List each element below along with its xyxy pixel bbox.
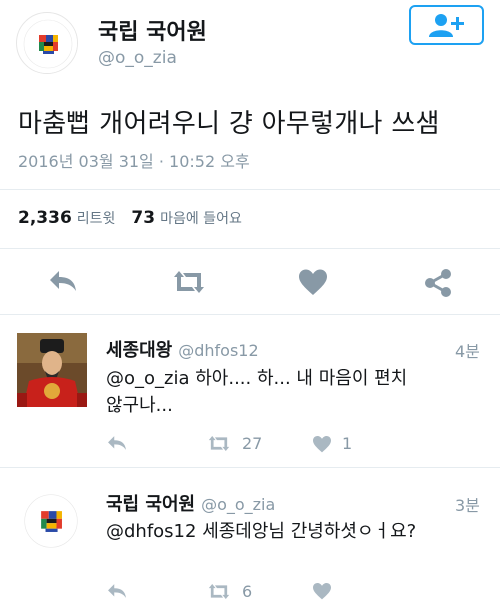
like-label[interactable]: 마음에 들어요 xyxy=(160,208,242,228)
reply-icon xyxy=(108,584,126,598)
mention-link[interactable]: @o_o_zia xyxy=(106,368,190,389)
reply-handle[interactable]: @o_o_zia xyxy=(201,495,275,514)
user-handle[interactable]: @o_o_zia xyxy=(98,48,177,68)
follow-button[interactable] xyxy=(409,5,484,45)
reply-text: @o_o_zia 하아.... 하... 내 마음이 편치 않구나... xyxy=(106,365,491,419)
reply-time[interactable]: 4분 xyxy=(455,338,480,362)
reply-like-button[interactable]: 1 xyxy=(312,434,352,453)
reply-handle[interactable]: @dhfos12 xyxy=(178,341,258,360)
reply-text-body: 하아.... 하... 내 마음이 편치 xyxy=(189,368,408,389)
tweet-text: 마춤뻡 개어려우니 걍 아무렇개나 쓰샘 xyxy=(18,109,440,139)
reply-text-line: @o_o_zia 하아.... 하... 내 마음이 편치 xyxy=(106,365,491,392)
reply-like-button[interactable] xyxy=(312,582,332,600)
retweet-icon xyxy=(208,436,230,451)
reply-text-line: @dhfos12 세종데앙님 간녕하셧ㅇㅓ요? xyxy=(106,518,491,545)
reply-text: @dhfos12 세종데앙님 간녕하셧ㅇㅓ요? xyxy=(106,518,491,545)
reply-text-line: 않구나... xyxy=(106,395,173,416)
reply-time[interactable]: 3분 xyxy=(455,492,480,516)
retweet-count: 6 xyxy=(242,582,253,601)
reply-author[interactable]: 국립 국어원 @o_o_zia xyxy=(106,490,275,516)
tweet-timestamp[interactable]: 2016년 03월 31일 · 10:52 오후 xyxy=(18,148,250,172)
reply-avatar[interactable] xyxy=(17,487,85,555)
retweet-count: 27 xyxy=(242,434,263,453)
reply-reply-button[interactable] xyxy=(106,582,128,600)
reply-author[interactable]: 세종대왕 @dhfos12 xyxy=(106,336,259,362)
divider xyxy=(0,467,500,468)
mention-link[interactable]: @dhfos12 xyxy=(106,521,196,542)
sejong-portrait-icon xyxy=(17,333,87,407)
like-count: 1 xyxy=(342,434,353,453)
heart-icon xyxy=(313,435,331,452)
reply-retweet-button[interactable]: 27 xyxy=(206,434,262,453)
like-count[interactable]: 73 xyxy=(131,208,155,228)
retweet-button[interactable] xyxy=(170,268,208,296)
reply-icon xyxy=(108,436,126,450)
reply-text-body: 세종데앙님 간녕하셧ㅇㅓ요? xyxy=(196,521,417,542)
heart-icon xyxy=(313,582,331,600)
reply-reply-button[interactable] xyxy=(106,434,128,452)
retweet-count[interactable]: 2,336 xyxy=(18,208,72,228)
heart-icon xyxy=(299,269,327,295)
retweet-icon xyxy=(174,271,204,293)
reply-display-name[interactable]: 국립 국어원 xyxy=(106,494,195,515)
add-user-icon xyxy=(428,14,464,37)
institute-logo-icon xyxy=(18,14,77,73)
divider xyxy=(0,189,500,190)
like-button[interactable] xyxy=(298,268,328,296)
retweet-icon xyxy=(208,584,230,599)
share-button[interactable] xyxy=(424,268,452,298)
tweet-stats: 2,336 리트윗 73 마음에 들어요 xyxy=(18,208,258,228)
reply-icon xyxy=(50,271,76,291)
display-name[interactable]: 국립 국어원 xyxy=(98,14,207,46)
institute-logo-icon xyxy=(18,488,84,554)
share-icon xyxy=(425,269,451,297)
profile-avatar[interactable] xyxy=(16,12,78,74)
reply-display-name[interactable]: 세종대왕 xyxy=(106,340,172,361)
divider xyxy=(0,314,500,315)
retweet-label[interactable]: 리트윗 xyxy=(77,208,116,228)
reply-avatar[interactable] xyxy=(17,333,87,407)
reply-retweet-button[interactable]: 6 xyxy=(206,582,252,601)
divider xyxy=(0,248,500,249)
reply-button[interactable] xyxy=(47,268,79,294)
